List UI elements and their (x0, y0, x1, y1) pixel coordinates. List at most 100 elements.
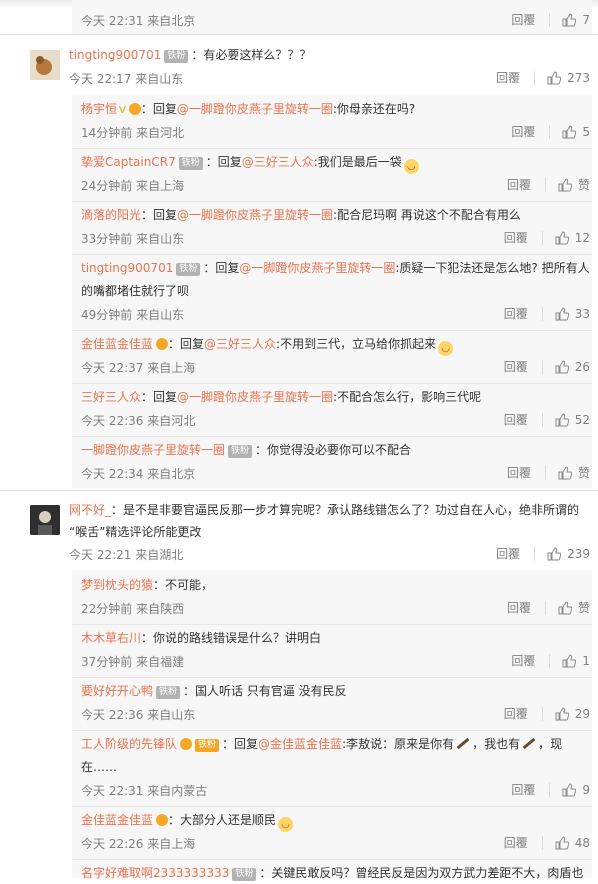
reply-text: tingting900701 铁粉 ：回复@一脚蹬你皮燕子里旋转一圈:质疑一下犯法还… (81, 261, 590, 276)
thumbs-up-icon (558, 600, 572, 614)
reply-text-continued: 的嘴都堵住就行了呗 (81, 284, 190, 298)
reply-actions: 回覆 赞 (507, 176, 590, 193)
emoji-icon: ◡ (278, 817, 294, 832)
reply-actions: 回覆 12 (504, 229, 590, 246)
reply-username[interactable]: 要好好开心鸭 (81, 684, 153, 698)
like-button[interactable]: 1 (562, 654, 590, 668)
fan-badge: 铁粉 (176, 263, 201, 276)
reply-meta: 14分钟前 来自河北 (81, 126, 185, 140)
comment-actions: 回覆 7 (511, 11, 590, 28)
reply-text: 一脚蹬你皮燕子里旋转一圈 铁粉 ：你觉得没必要你可以不配合 (81, 443, 412, 458)
thumbs-up-icon (555, 706, 569, 720)
reply-button[interactable]: 回覆 (511, 123, 537, 140)
pencil-icon (456, 737, 470, 750)
reply-button[interactable]: 回覆 (511, 781, 537, 798)
reply-button[interactable]: 回覆 (511, 11, 537, 28)
reply-actions: 回覆 5 (511, 123, 590, 140)
vip-icon (180, 738, 193, 750)
comment-meta: 今天 22:31 来自北京 (81, 14, 196, 28)
mention-link[interactable]: @一脚蹬你皮燕子里旋转一圈 (177, 390, 333, 404)
reply-button[interactable]: 回覆 (504, 705, 530, 722)
pencil-icon (522, 737, 536, 750)
reply-username[interactable]: 工人阶级的先锋队 (81, 737, 177, 751)
reply-button[interactable]: 回覆 (504, 358, 530, 375)
emoji-icon: ◡ (438, 341, 454, 356)
reply-meta: 今天 22:26 来自上海 (81, 837, 196, 851)
reply-button[interactable]: 回覆 (504, 305, 530, 322)
comment-username[interactable]: tingting900701 (69, 48, 161, 62)
comment-text-continued: “喉舌”精选评论所能更改 (69, 525, 202, 539)
reply-username[interactable]: 挚爱CaptainCR7 (81, 155, 176, 169)
reply-button[interactable]: 回覆 (496, 69, 522, 86)
mention-link[interactable]: @一脚蹬你皮燕子里旋转一圈 (239, 261, 395, 275)
comment-body: ：有必要这样么？？？ (191, 48, 312, 62)
reply-username[interactable]: 杨宇恒 (81, 102, 117, 116)
reply-text: 工人阶级的先锋队 铁粉 ：回复@金佳蓝金佳蓝:李敖说：原来是你有 ，我也有 ，现 (81, 737, 563, 752)
reply-button[interactable]: 回覆 (504, 834, 530, 851)
mention-link[interactable]: @三好三人众 (242, 155, 314, 169)
vip-icon (156, 338, 169, 350)
reply-username[interactable]: 梦到枕头的猿 (81, 578, 153, 592)
reply-username[interactable]: 滴落的阳光 (81, 208, 141, 222)
comment-text: tingting900701 铁粉 ：有必要这样么？？？ (69, 44, 311, 66)
like-button[interactable]: 52 (555, 413, 590, 427)
reply-username[interactable]: tingting900701 (81, 261, 173, 275)
verified-icon: V (119, 105, 126, 116)
like-button[interactable]: 26 (555, 360, 590, 374)
reply-meta: 今天 22:34 来自北京 (81, 467, 196, 481)
like-button[interactable]: 5 (562, 125, 590, 139)
reply-button[interactable]: 回覆 (507, 464, 533, 481)
reply-actions: 回覆 48 (504, 834, 590, 851)
mention-link[interactable]: @金佳蓝金佳蓝 (258, 737, 342, 751)
avatar-image-icon (30, 50, 60, 80)
like-button[interactable]: 赞 (558, 176, 590, 193)
like-button[interactable]: 273 (547, 71, 590, 85)
comment-meta: 今天 22:21 来自湖北 (69, 548, 184, 562)
reply-button[interactable]: 回覆 (507, 599, 533, 616)
comment-body: ：是不是非要官逼民反那一步才算完呢？承认路线错怎么了？功过自在人心，绝非所谓的 (111, 503, 580, 517)
reply-text: 三好三人众：回复@一脚蹬你皮燕子里旋转一圈:不配合怎么行，影响三代呢 (81, 390, 482, 404)
like-button[interactable]: 29 (555, 707, 590, 721)
reply-text: 木木草右川：你说的路线错误是什么？讲明白 (81, 631, 322, 645)
reply-text: 金佳蓝金佳蓝 ：大部分人还是顺民 ◡ (81, 809, 294, 832)
reply-meta: 今天 22:36 来自河北 (81, 414, 196, 428)
reply-username[interactable]: 金佳蓝金佳蓝 (81, 813, 153, 827)
reply-button[interactable]: 回覆 (496, 545, 522, 562)
like-button[interactable]: 赞 (558, 464, 590, 481)
thumbs-up-icon (555, 412, 569, 426)
reply-actions: 回覆 赞 (507, 464, 590, 481)
comment-username[interactable]: 网不好_ (69, 503, 111, 517)
like-button[interactable]: 7 (562, 13, 590, 27)
thumbs-up-icon (558, 465, 572, 479)
reply-username[interactable]: 三好三人众 (81, 390, 141, 404)
reply-actions: 回覆 赞 (507, 599, 590, 616)
reply-username[interactable]: 木木草右川 (81, 631, 141, 645)
vip-icon (156, 814, 169, 826)
reply-text: 金佳蓝金佳蓝 ：回复@三好三人众:不用到三代，立马给你抓起来 ◡ (81, 333, 454, 356)
reply-text-continued: 在…… (81, 760, 118, 774)
reply-button[interactable]: 回覆 (511, 652, 537, 669)
reply-meta: 37分钟前 来自福建 (81, 655, 185, 669)
reply-button[interactable]: 回覆 (507, 176, 533, 193)
reply-username[interactable]: 一脚蹬你皮燕子里旋转一圈 (81, 443, 225, 457)
reply-actions: 回覆 33 (504, 305, 590, 322)
avatar[interactable] (30, 50, 60, 80)
like-button[interactable]: 239 (547, 547, 590, 561)
like-button[interactable]: 33 (555, 307, 590, 321)
reply-actions: 回覆 52 (504, 411, 590, 428)
like-button[interactable]: 12 (555, 231, 590, 245)
avatar[interactable] (30, 505, 60, 535)
like-button[interactable]: 赞 (558, 599, 590, 616)
reply-username[interactable]: 金佳蓝金佳蓝 (81, 337, 153, 351)
mention-link[interactable]: @一脚蹬你皮燕子里旋转一圈 (177, 102, 333, 116)
like-button[interactable]: 9 (562, 783, 590, 797)
mention-link[interactable]: @一脚蹬你皮燕子里旋转一圈 (177, 208, 333, 222)
reply-button[interactable]: 回覆 (504, 229, 530, 246)
mention-link[interactable]: @三好三人众 (204, 337, 276, 351)
thumbs-up-icon (555, 359, 569, 373)
fan-badge: 铁粉 (195, 739, 220, 752)
reply-button[interactable]: 回覆 (504, 411, 530, 428)
comment-text: 网不好_：是不是非要官逼民反那一步才算完呢？承认路线错怎么了？功过自在人心，绝非… (69, 499, 579, 521)
like-button[interactable]: 48 (555, 836, 590, 850)
reply-meta: 24分钟前 来自上海 (81, 179, 185, 193)
